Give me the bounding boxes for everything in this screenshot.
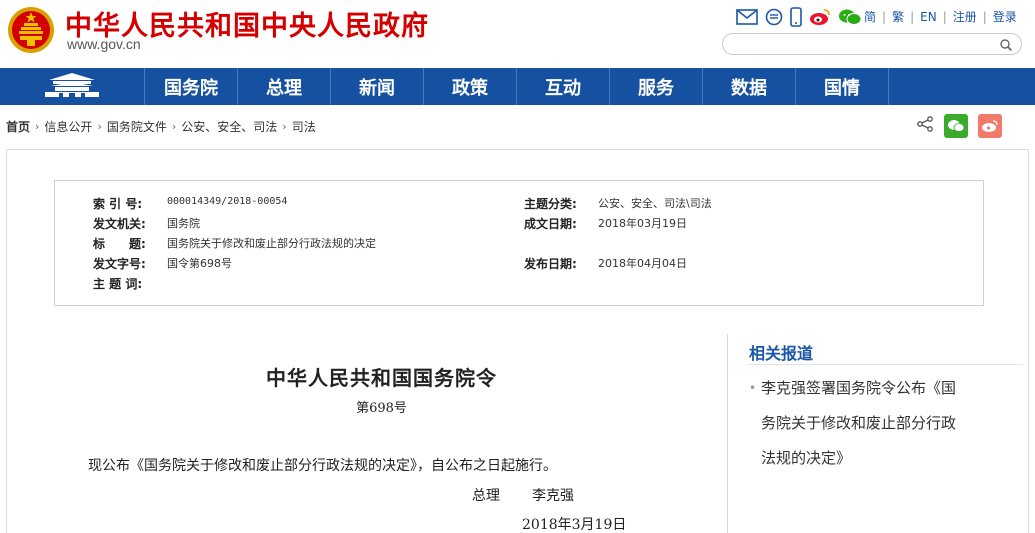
signature-role: 总理 [472, 488, 500, 504]
breadcrumb-home[interactable]: 首页 [6, 118, 30, 135]
article-number: 第698号 [356, 401, 407, 416]
related-report-line: 法规的决定》 [761, 449, 852, 467]
weibo-share-icon[interactable] [978, 114, 1002, 138]
search-box [722, 33, 1022, 55]
breadcrumb-info-disclosure[interactable]: 信息公开 [44, 118, 92, 135]
meta-index-label: 索 引 号: [93, 197, 143, 211]
language-links: 简 | 繁 | EN | 注册 | 登录 [864, 8, 1017, 25]
national-emblem-icon[interactable] [6, 5, 56, 55]
mail-icon[interactable] [736, 9, 758, 25]
meta-date-written-value: 2018年03月19日 [598, 217, 687, 230]
divider: | [982, 9, 987, 24]
related-report-link[interactable]: • 李克强签署国务院令公布《国 务院关于修改和废止部分行政 法规的决定》 [749, 371, 979, 476]
meta-doc-no-value: 国令第698号 [167, 257, 232, 270]
chevron-right-icon: › [97, 120, 102, 133]
nav-home[interactable] [0, 68, 145, 105]
nav-item-national-info[interactable]: 国情 [796, 68, 889, 105]
meta-category-label: 主题分类: [524, 197, 577, 211]
sidebar-divider [727, 334, 728, 533]
meta-title-value: 国务院关于修改和废止部分行政法规的决定 [167, 237, 376, 250]
lang-traditional-link[interactable]: 繁 [892, 8, 904, 25]
lang-simplified-link[interactable]: 简 [864, 8, 876, 25]
lang-english-link[interactable]: EN [920, 10, 937, 24]
top-icon-bar [736, 6, 862, 28]
nav-item-policy[interactable]: 政策 [424, 68, 517, 105]
meta-index-value: 000014349/2018-00054 [167, 196, 288, 207]
article-signature: 总理 李克强 [472, 485, 574, 505]
main-nav: 国务院 总理 新闻 政策 互动 服务 数据 国情 [0, 68, 1035, 105]
signature-name: 李克强 [532, 488, 574, 504]
article-body: 现公布《国务院关于修改和废止部分行政法规的决定》，自公布之日起施行。 [88, 458, 557, 474]
nav-item-state-council[interactable]: 国务院 [145, 68, 238, 105]
meta-doc-no-label: 发文字号: [93, 257, 146, 271]
login-link[interactable]: 登录 [993, 8, 1017, 25]
breadcrumb: 首页 › 信息公开 › 国务院文件 › 公安、安全、司法 › 司法 [6, 118, 316, 135]
register-link[interactable]: 注册 [953, 8, 977, 25]
related-report-line: 务院关于修改和废止部分行政 [761, 414, 957, 432]
nav-item-data[interactable]: 数据 [703, 68, 796, 105]
related-reports-title: 相关报道 [749, 344, 814, 363]
bullet-icon: • [749, 381, 757, 395]
wechat-icon[interactable] [838, 8, 862, 26]
meta-publish-value: 2018年04月04日 [598, 257, 687, 270]
chevron-right-icon: › [35, 120, 40, 133]
breadcrumb-public-security[interactable]: 公安、安全、司法 [181, 118, 277, 135]
meta-issuer-value: 国务院 [167, 217, 200, 230]
weibo-icon[interactable] [809, 8, 831, 26]
site-header: 中华人民共和国中央人民政府 www.gov.cn 简 | 繁 | EN | 注册… [0, 0, 1035, 68]
chevron-right-icon: › [171, 120, 177, 133]
meta-title-label: 标 题: [93, 237, 146, 251]
nav-item-premier[interactable]: 总理 [238, 68, 331, 105]
breadcrumb-state-council-docs[interactable]: 国务院文件 [107, 118, 167, 135]
nav-item-interaction[interactable]: 互动 [517, 68, 610, 105]
article-date: 2018年3月19日 [522, 517, 627, 533]
breadcrumb-justice[interactable]: 司法 [292, 118, 316, 135]
meta-publish-label: 发布日期: [524, 257, 577, 271]
divider: | [910, 9, 915, 24]
meta-category-value: 公安、安全、司法\司法 [598, 197, 712, 210]
app-icon[interactable] [765, 8, 783, 26]
meta-keywords-label: 主 题 词: [93, 277, 143, 291]
article-title: 中华人民共和国国务院令 [266, 366, 497, 390]
divider: | [882, 9, 887, 24]
nav-item-news[interactable]: 新闻 [331, 68, 424, 105]
search-input[interactable] [733, 35, 1003, 55]
mobile-icon[interactable] [790, 7, 802, 27]
meta-issuer-label: 发文机关: [93, 217, 146, 231]
site-url[interactable]: www.gov.cn [67, 36, 141, 52]
document-metadata-table: 索 引 号: 000014349/2018-00054 主题分类: 公安、安全、… [54, 180, 984, 306]
chevron-right-icon: › [282, 120, 287, 133]
divider [749, 364, 1023, 365]
divider: | [942, 9, 947, 24]
meta-date-written-label: 成文日期: [524, 217, 577, 231]
related-report-line: 李克强签署国务院令公布《国 [761, 379, 957, 397]
share-icon[interactable] [916, 115, 934, 137]
tiananmen-icon [43, 72, 101, 102]
wechat-share-icon[interactable] [944, 114, 968, 138]
search-icon[interactable] [999, 37, 1013, 56]
share-bar [916, 114, 1002, 138]
nav-item-services[interactable]: 服务 [610, 68, 703, 105]
